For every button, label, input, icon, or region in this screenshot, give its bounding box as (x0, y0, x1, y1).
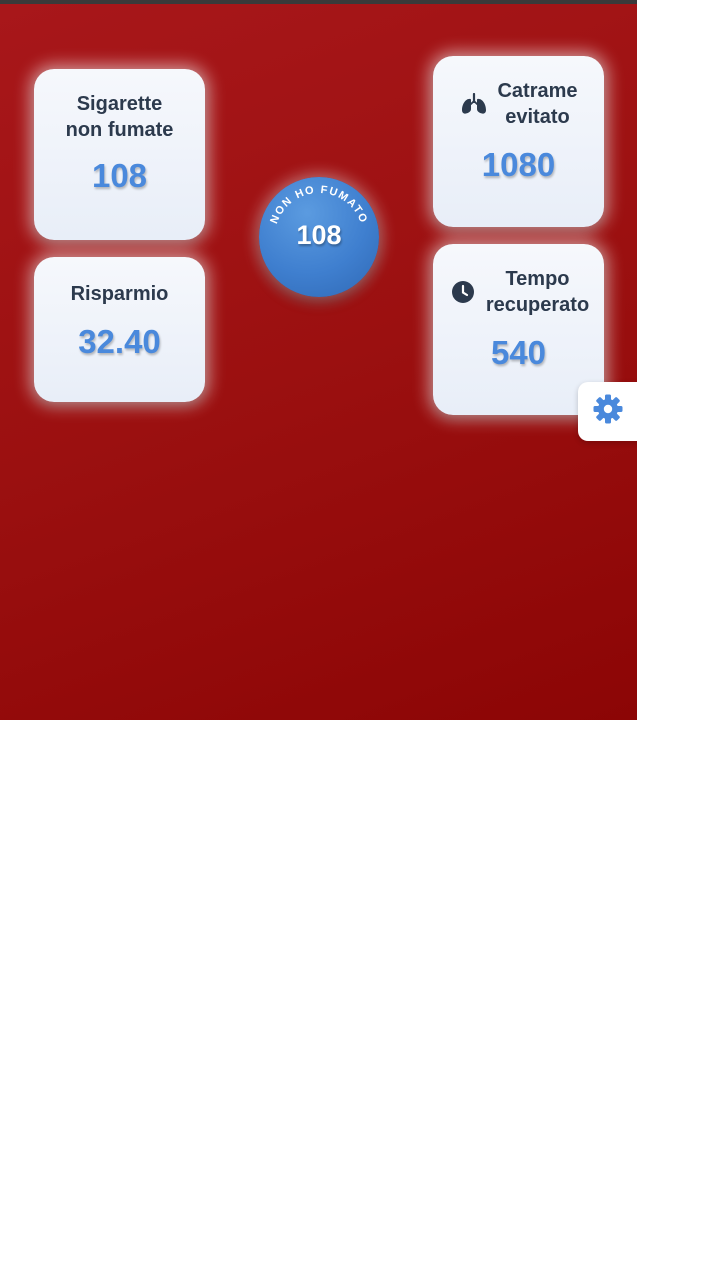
app-screen: Sigarette non fumate 108 Risparmio 32.40… (0, 4, 637, 720)
card-value-risparmio: 32.40 (78, 323, 161, 360)
card-header: Tempo recuperato (433, 266, 604, 318)
card-title: Catrame evitato (497, 80, 578, 128)
card-value-catrame: 1080 (481, 146, 556, 183)
card-sigarette-non-fumate: Sigarette non fumate 108 (34, 69, 205, 240)
card-header: Catrame evitato (433, 78, 604, 130)
card-title: Risparmio (70, 283, 169, 305)
clock-icon (448, 277, 478, 307)
card-catrame-evitato: Catrame evitato 1080 (433, 56, 604, 227)
settings-button[interactable] (578, 382, 637, 441)
gear-icon[interactable] (592, 393, 624, 430)
non-ho-fumato-button[interactable]: NON HO FUMATO 108 (259, 177, 379, 297)
card-risparmio: Risparmio 32.40 (34, 257, 205, 402)
card-value-sigarette: 108 (91, 157, 148, 194)
card-title: Tempo recuperato (485, 268, 590, 316)
card-value-tempo: 540 (490, 334, 547, 371)
lungs-icon (459, 89, 489, 119)
card-title: Sigarette non fumate (65, 93, 174, 141)
counter-value: 108 (296, 220, 342, 250)
